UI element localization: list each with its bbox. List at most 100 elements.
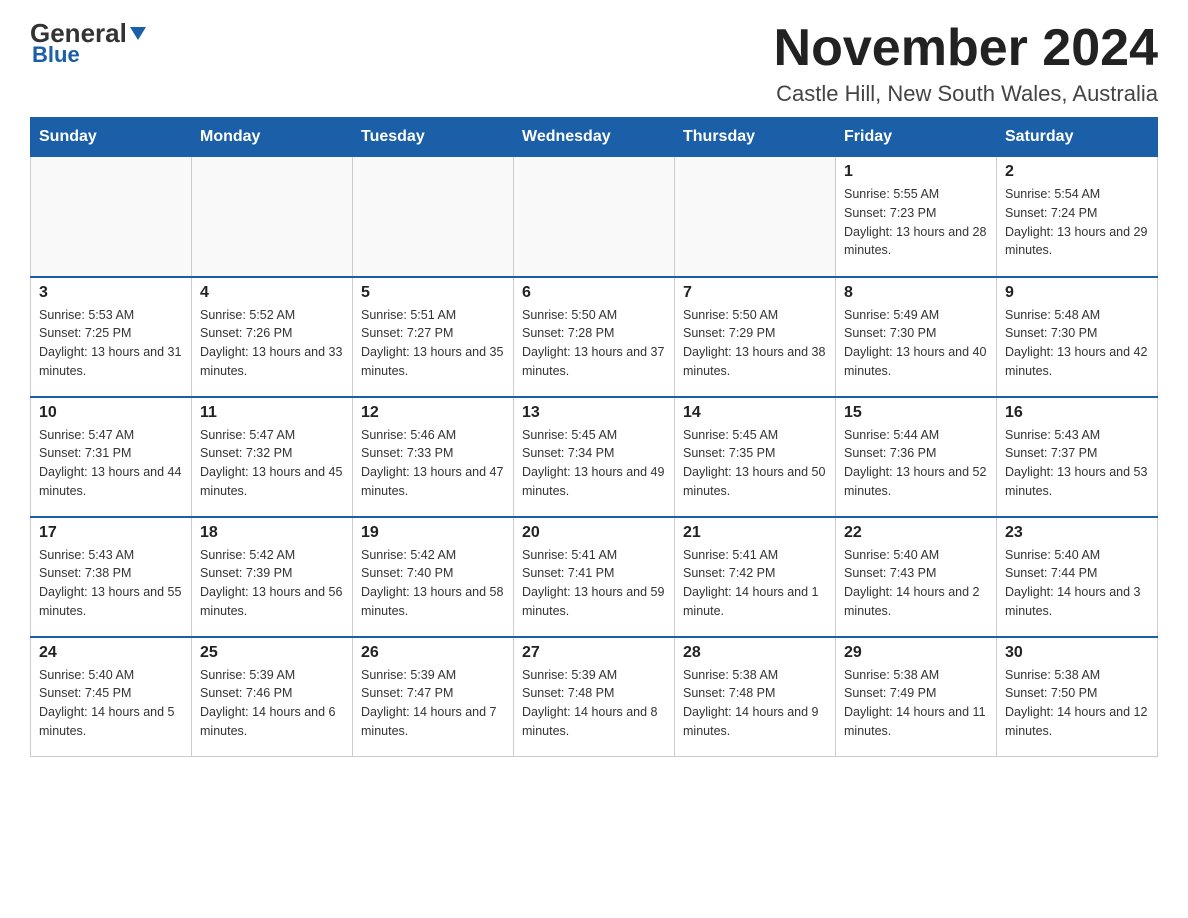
- calendar-cell: 24 Sunrise: 5:40 AMSunset: 7:45 PMDayligh…: [31, 637, 192, 757]
- day-number: 9: [1005, 284, 1149, 302]
- day-number: 13: [522, 404, 666, 422]
- calendar-cell: 18 Sunrise: 5:42 AMSunset: 7:39 PMDayligh…: [192, 517, 353, 637]
- day-info: Sunrise: 5:46 AMSunset: 7:33 PMDaylight:…: [361, 426, 505, 501]
- calendar-cell: 7Sunrise: 5:50 AMSunset: 7:29 PMDaylight…: [675, 277, 836, 397]
- day-number: 17: [39, 524, 183, 542]
- day-number: 22: [844, 524, 988, 542]
- day-number: 20: [522, 524, 666, 542]
- calendar-cell: 6 Sunrise: 5:50 AMSunset: 7:28 PMDaylight…: [514, 277, 675, 397]
- calendar-cell: 28Sunrise: 5:38 AMSunset: 7:48 PMDayligh…: [675, 637, 836, 757]
- main-title: November 2024: [774, 20, 1158, 77]
- calendar-week-row: 24 Sunrise: 5:40 AMSunset: 7:45 PMDayligh…: [31, 637, 1158, 757]
- calendar-cell: 12 Sunrise: 5:46 AMSunset: 7:33 PMDayligh…: [353, 397, 514, 517]
- calendar-cell: 11 Sunrise: 5:47 AMSunset: 7:32 PMDayligh…: [192, 397, 353, 517]
- calendar-cell: [514, 157, 675, 277]
- day-info: Sunrise: 5:55 AMSunset: 7:23 PMDaylight:…: [844, 185, 988, 260]
- day-info: Sunrise: 5:41 AMSunset: 7:42 PMDaylight:…: [683, 546, 827, 621]
- calendar-cell: 23 Sunrise: 5:40 AMSunset: 7:44 PMDayligh…: [997, 517, 1158, 637]
- day-number: 27: [522, 644, 666, 662]
- calendar-cell: 19 Sunrise: 5:42 AMSunset: 7:40 PMDayligh…: [353, 517, 514, 637]
- day-info: Sunrise: 5:43 AMSunset: 7:38 PMDaylight:…: [39, 546, 183, 621]
- day-number: 11: [200, 404, 344, 422]
- calendar-cell: [192, 157, 353, 277]
- calendar-cell: 30 Sunrise: 5:38 AMSunset: 7:50 PMDayligh…: [997, 637, 1158, 757]
- calendar-header-saturday: Saturday: [997, 118, 1158, 157]
- day-number: 6: [522, 284, 666, 302]
- day-info: Sunrise: 5:41 AMSunset: 7:41 PMDaylight:…: [522, 546, 666, 621]
- day-number: 4: [200, 284, 344, 302]
- calendar-week-row: 3 Sunrise: 5:53 AMSunset: 7:25 PMDaylight…: [31, 277, 1158, 397]
- calendar-cell: 10 Sunrise: 5:47 AMSunset: 7:31 PMDayligh…: [31, 397, 192, 517]
- calendar-week-row: 1Sunrise: 5:55 AMSunset: 7:23 PMDaylight…: [31, 157, 1158, 277]
- day-number: 14: [683, 404, 827, 422]
- calendar-cell: 16Sunrise: 5:43 AMSunset: 7:37 PMDayligh…: [997, 397, 1158, 517]
- day-info: Sunrise: 5:39 AMSunset: 7:48 PMDaylight:…: [522, 666, 666, 741]
- day-info: Sunrise: 5:48 AMSunset: 7:30 PMDaylight:…: [1005, 306, 1149, 381]
- day-info: Sunrise: 5:40 AMSunset: 7:44 PMDaylight:…: [1005, 546, 1149, 621]
- day-info: Sunrise: 5:45 AMSunset: 7:35 PMDaylight:…: [683, 426, 827, 501]
- day-info: Sunrise: 5:42 AMSunset: 7:39 PMDaylight:…: [200, 546, 344, 621]
- day-number: 3: [39, 284, 183, 302]
- day-number: 19: [361, 524, 505, 542]
- calendar-cell: 3 Sunrise: 5:53 AMSunset: 7:25 PMDaylight…: [31, 277, 192, 397]
- calendar-cell: [675, 157, 836, 277]
- day-info: Sunrise: 5:44 AMSunset: 7:36 PMDaylight:…: [844, 426, 988, 501]
- page-header: General Blue November 2024 Castle Hill, …: [30, 20, 1158, 107]
- day-info: Sunrise: 5:54 AMSunset: 7:24 PMDaylight:…: [1005, 185, 1149, 260]
- calendar-cell: 2 Sunrise: 5:54 AMSunset: 7:24 PMDaylight…: [997, 157, 1158, 277]
- calendar-cell: 14 Sunrise: 5:45 AMSunset: 7:35 PMDayligh…: [675, 397, 836, 517]
- day-info: Sunrise: 5:39 AMSunset: 7:47 PMDaylight:…: [361, 666, 505, 741]
- day-number: 23: [1005, 524, 1149, 542]
- day-info: Sunrise: 5:45 AMSunset: 7:34 PMDaylight:…: [522, 426, 666, 501]
- day-info: Sunrise: 5:38 AMSunset: 7:49 PMDaylight:…: [844, 666, 988, 741]
- day-number: 18: [200, 524, 344, 542]
- subtitle: Castle Hill, New South Wales, Australia: [774, 81, 1158, 107]
- day-info: Sunrise: 5:49 AMSunset: 7:30 PMDaylight:…: [844, 306, 988, 381]
- calendar-cell: [31, 157, 192, 277]
- calendar-header-thursday: Thursday: [675, 118, 836, 157]
- day-info: Sunrise: 5:52 AMSunset: 7:26 PMDaylight:…: [200, 306, 344, 381]
- title-section: November 2024 Castle Hill, New South Wal…: [774, 20, 1158, 107]
- calendar-header-tuesday: Tuesday: [353, 118, 514, 157]
- logo-blue: Blue: [30, 42, 80, 68]
- day-number: 30: [1005, 644, 1149, 662]
- day-number: 25: [200, 644, 344, 662]
- calendar-cell: 9 Sunrise: 5:48 AMSunset: 7:30 PMDaylight…: [997, 277, 1158, 397]
- day-info: Sunrise: 5:42 AMSunset: 7:40 PMDaylight:…: [361, 546, 505, 621]
- day-info: Sunrise: 5:40 AMSunset: 7:45 PMDaylight:…: [39, 666, 183, 741]
- calendar-cell: 22 Sunrise: 5:40 AMSunset: 7:43 PMDayligh…: [836, 517, 997, 637]
- calendar-cell: 8Sunrise: 5:49 AMSunset: 7:30 PMDaylight…: [836, 277, 997, 397]
- day-info: Sunrise: 5:39 AMSunset: 7:46 PMDaylight:…: [200, 666, 344, 741]
- calendar-cell: 29 Sunrise: 5:38 AMSunset: 7:49 PMDayligh…: [836, 637, 997, 757]
- logo: General Blue: [30, 20, 146, 68]
- calendar-cell: 26 Sunrise: 5:39 AMSunset: 7:47 PMDayligh…: [353, 637, 514, 757]
- day-number: 10: [39, 404, 183, 422]
- day-number: 26: [361, 644, 505, 662]
- calendar-week-row: 17 Sunrise: 5:43 AMSunset: 7:38 PMDayligh…: [31, 517, 1158, 637]
- calendar-week-row: 10 Sunrise: 5:47 AMSunset: 7:31 PMDayligh…: [31, 397, 1158, 517]
- day-info: Sunrise: 5:53 AMSunset: 7:25 PMDaylight:…: [39, 306, 183, 381]
- day-number: 28: [683, 644, 827, 662]
- calendar-cell: 25 Sunrise: 5:39 AMSunset: 7:46 PMDayligh…: [192, 637, 353, 757]
- calendar-cell: 21Sunrise: 5:41 AMSunset: 7:42 PMDayligh…: [675, 517, 836, 637]
- day-number: 24: [39, 644, 183, 662]
- calendar-header-row: SundayMondayTuesdayWednesdayThursdayFrid…: [31, 118, 1158, 157]
- day-info: Sunrise: 5:40 AMSunset: 7:43 PMDaylight:…: [844, 546, 988, 621]
- calendar-header-sunday: Sunday: [31, 118, 192, 157]
- calendar-cell: 15Sunrise: 5:44 AMSunset: 7:36 PMDayligh…: [836, 397, 997, 517]
- day-number: 12: [361, 404, 505, 422]
- calendar-cell: 1Sunrise: 5:55 AMSunset: 7:23 PMDaylight…: [836, 157, 997, 277]
- day-info: Sunrise: 5:43 AMSunset: 7:37 PMDaylight:…: [1005, 426, 1149, 501]
- day-info: Sunrise: 5:50 AMSunset: 7:28 PMDaylight:…: [522, 306, 666, 381]
- calendar-cell: 20 Sunrise: 5:41 AMSunset: 7:41 PMDayligh…: [514, 517, 675, 637]
- calendar-cell: 4 Sunrise: 5:52 AMSunset: 7:26 PMDaylight…: [192, 277, 353, 397]
- calendar-cell: 27 Sunrise: 5:39 AMSunset: 7:48 PMDayligh…: [514, 637, 675, 757]
- calendar-cell: [353, 157, 514, 277]
- day-number: 2: [1005, 163, 1149, 181]
- day-number: 29: [844, 644, 988, 662]
- day-info: Sunrise: 5:47 AMSunset: 7:32 PMDaylight:…: [200, 426, 344, 501]
- calendar-table: SundayMondayTuesdayWednesdayThursdayFrid…: [30, 117, 1158, 757]
- day-info: Sunrise: 5:47 AMSunset: 7:31 PMDaylight:…: [39, 426, 183, 501]
- calendar-cell: 5Sunrise: 5:51 AMSunset: 7:27 PMDaylight…: [353, 277, 514, 397]
- day-info: Sunrise: 5:38 AMSunset: 7:50 PMDaylight:…: [1005, 666, 1149, 741]
